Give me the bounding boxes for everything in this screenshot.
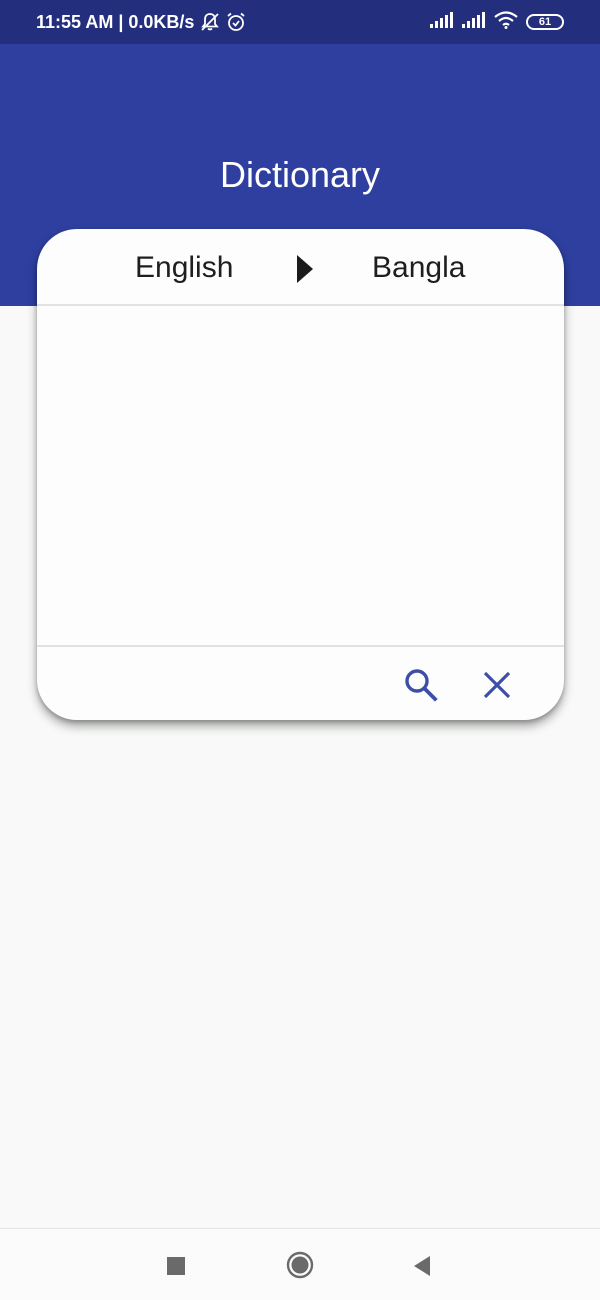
page-title: Dictionary — [219, 154, 381, 195]
battery-level: 61 — [538, 15, 552, 28]
close-icon[interactable] — [477, 665, 517, 705]
screen: 11:55 AM | 0.0KB/s 61 Dictionary English… — [0, 0, 600, 1300]
translation-result-area — [37, 306, 564, 646]
notifications-off-icon — [200, 12, 220, 32]
language-selector-row: English Bangla — [37, 229, 564, 306]
signal-icon — [430, 11, 454, 33]
search-input[interactable] — [61, 661, 391, 705]
search-icon[interactable] — [401, 665, 441, 705]
dictionary-card: English Bangla — [37, 229, 564, 720]
signal-icon — [462, 11, 486, 33]
recents-square-icon[interactable] — [166, 1256, 186, 1281]
source-language-selector[interactable]: English — [135, 251, 233, 285]
status-left: 11:55 AM | 0.0KB/s — [36, 12, 246, 33]
home-circle-icon[interactable] — [286, 1251, 314, 1284]
status-right: 61 — [430, 10, 564, 34]
system-nav-bar — [0, 1228, 600, 1300]
wifi-icon — [494, 10, 518, 34]
search-bar — [37, 645, 564, 720]
status-bar: 11:55 AM | 0.0KB/s 61 — [0, 0, 600, 44]
status-time-speed: 11:55 AM | 0.0KB/s — [36, 11, 195, 32]
back-triangle-icon[interactable] — [412, 1254, 432, 1283]
battery-icon: 61 — [526, 14, 564, 30]
triangle-right-icon[interactable] — [295, 253, 315, 290]
alarm-icon — [226, 12, 246, 32]
target-language-selector[interactable]: Bangla — [372, 251, 465, 285]
